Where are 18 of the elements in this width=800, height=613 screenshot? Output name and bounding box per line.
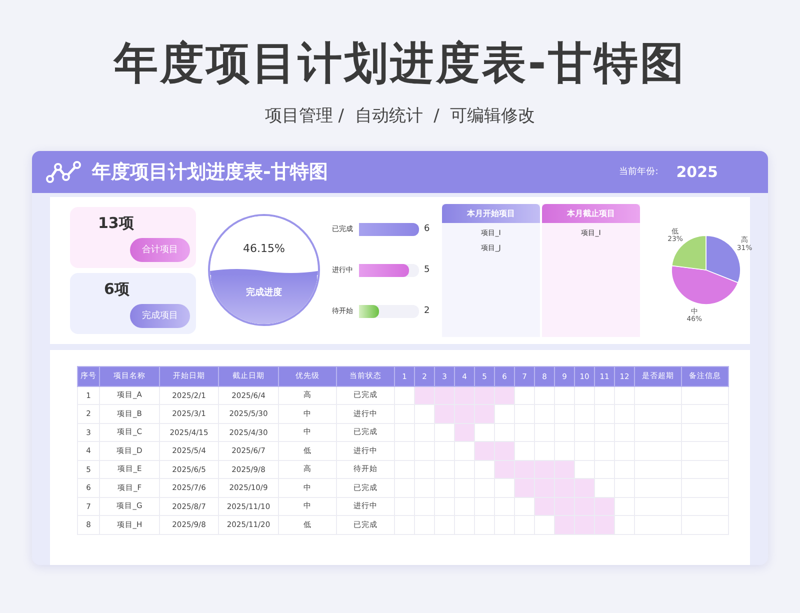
- status-count: 6: [424, 224, 430, 234]
- year-value: 2025: [676, 162, 718, 181]
- wave-icon: [210, 267, 318, 276]
- summary-value: 13项: [98, 214, 134, 233]
- status-count: 2: [424, 306, 430, 316]
- status-count: 5: [424, 265, 430, 276]
- summary-label: 完成项目: [130, 304, 190, 328]
- summary-value: 6项: [104, 280, 130, 299]
- list-header: 本月截止项目: [542, 204, 640, 223]
- summary-label: 合计项目: [130, 238, 190, 262]
- line-chart-icon: [46, 160, 82, 183]
- progress-reading: 46.15%: [242, 242, 286, 256]
- page-title: 年度项目计划进度表-甘特图: [114, 37, 686, 91]
- header-title: 年度项目计划进度表-甘特图: [92, 160, 329, 185]
- year-label: 当前年份:: [619, 166, 658, 178]
- subtitle: 项目管理 / 自动统计 / 可编辑修改: [264, 105, 536, 127]
- progress-label: 完成进度: [245, 286, 283, 300]
- list-header: 本月开始项目: [442, 204, 540, 223]
